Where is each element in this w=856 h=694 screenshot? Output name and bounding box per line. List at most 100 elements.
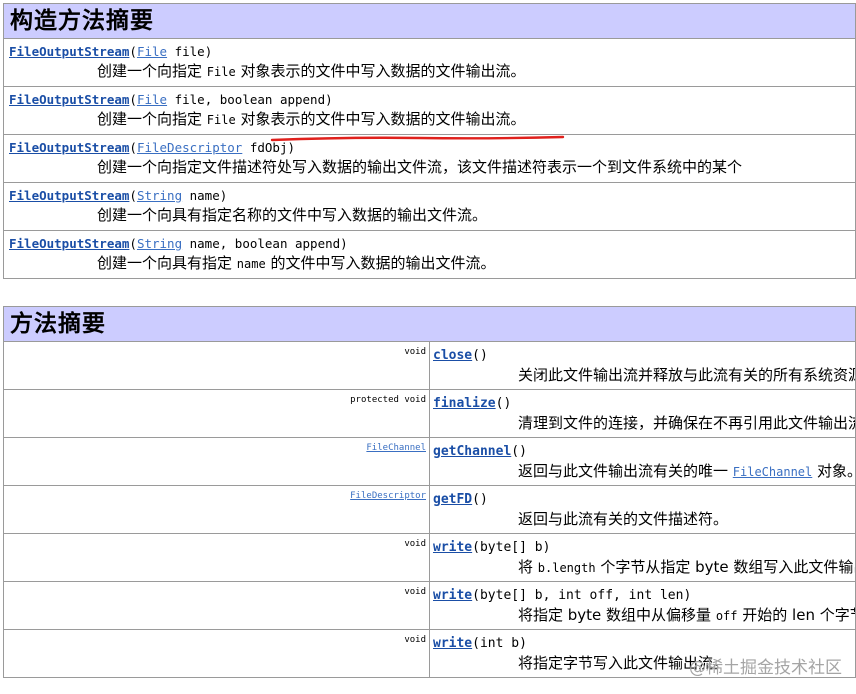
constructor-description: 创建一个向指定 File 对象表示的文件中写入数据的文件输出流。 [9,60,855,83]
desc-text: 创建一个向指定 [97,110,207,128]
method-params: () [472,492,488,507]
desc-code: File [206,65,236,79]
paren: ( [129,188,137,203]
constructor-link[interactable]: FileOutputStream [9,92,129,107]
constructor-signature: FileOutputStream(File file, boolean appe… [9,92,855,108]
constructor-row: FileOutputStream(String name) 创建一个向具有指定名称… [3,182,856,231]
desc-text: 创建一个向指定文件描述符处写入数据的输出文件流，该文件描述符表示一个到文件系统中… [97,158,743,176]
watermark: @稀土掘金技术社区 [689,658,842,678]
param-type-link[interactable]: String [137,236,182,251]
desc-type-link[interactable]: FileChannel [733,465,812,479]
method-summary: 方法摘要 void close() 关闭此文件输出流并释放与此流有关的所有系统资源。… [3,306,856,678]
constructor-link[interactable]: FileOutputStream [9,140,129,155]
method-signature: write(byte[] b, int off, int len) [431,587,855,604]
method-link[interactable]: write [433,540,472,555]
param-text: name, boolean append) [182,236,348,251]
method-params: (int b) [472,636,527,651]
desc-text: 对象表示的文件中写入数据的文件输出流。 [235,62,526,80]
constructor-description: 创建一个向具有指定名称的文件中写入数据的输出文件流。 [9,204,855,226]
desc-text: 创建一个向具有指定名称的文件中写入数据的输出文件流。 [97,206,488,224]
method-row: FileDescriptor getFD() 返回与此流有关的文件描述符。 [3,485,856,534]
return-type-cell: void [3,629,430,678]
method-row: FileChannel getChannel() 返回与此文件输出流有关的唯一 Fi… [3,437,856,486]
return-type-cell: void [3,341,430,390]
constructor-row: FileOutputStream(File file) 创建一个向指定 File … [3,38,856,87]
method-params: (byte[] b) [472,540,551,555]
constructor-link[interactable]: FileOutputStream [9,188,129,203]
return-type: protected void [350,395,426,405]
method-row: void write(byte[] b) 将 b.length 个字节从指定 byt… [3,533,856,582]
param-text: name) [182,188,228,203]
return-type-cell: void [3,533,430,582]
constructor-row: FileOutputStream(File file, boolean appe… [3,86,856,135]
param-type-link[interactable]: File [137,92,167,107]
method-signature: finalize() [431,395,855,412]
constructor-cell: FileOutputStream(File file, boolean appe… [3,86,856,135]
method-params: () [472,348,488,363]
return-type-cell: protected void [3,389,430,438]
desc-code: File [206,113,236,127]
method-params: () [495,396,512,411]
method-link[interactable]: write [433,636,472,651]
paren: ( [129,92,137,107]
method-link[interactable]: finalize [433,396,496,411]
constructor-link[interactable]: FileOutputStream [9,44,129,59]
desc-code: off [715,609,738,623]
method-signature: getFD() [431,491,855,508]
red-underline-annotation [270,135,565,142]
method-description: 将 b.length 个字节从指定 byte 数组写入此文件输出流中。 [431,556,855,579]
desc-text: 返回与此流有关的文件描述符。 [518,510,729,528]
desc-text: 个字节从指定 byte 数组写入此文件输出流中。 [600,558,854,576]
method-link[interactable]: getFD [433,492,472,507]
constructor-row: FileOutputStream(String name, boolean ap… [3,230,856,279]
desc-code: b.length [537,561,596,575]
desc-text: 对象表示的文件中写入数据的文件输出流。 [235,110,526,128]
constructor-cell: FileOutputStream(File file) 创建一个向指定 File … [3,38,856,87]
param-type-link[interactable]: String [137,188,182,203]
method-signature: getChannel() [431,443,855,460]
method-summary-title: 方法摘要 [3,306,856,342]
desc-text: 返回与此文件输出流有关的唯一 [518,462,733,480]
method-cell: close() 关闭此文件输出流并释放与此流有关的所有系统资源。 [429,341,856,390]
desc-text: 将 [518,558,538,576]
method-link[interactable]: write [433,588,472,603]
method-cell: getChannel() 返回与此文件输出流有关的唯一 FileChannel 对… [429,437,856,486]
return-type-link[interactable]: FileDescriptor [350,491,426,501]
param-type-link[interactable]: File [137,44,167,59]
constructor-cell: FileOutputStream(String name, boolean ap… [3,230,856,279]
desc-text: 将指定 byte 数组中从偏移量 [518,606,716,624]
method-cell: finalize()清理到文件的连接，并确保在不再引用此文件输出流时调用此流的 … [429,389,856,438]
method-cell: getFD() 返回与此流有关的文件描述符。 [429,485,856,534]
desc-text: 创建一个向具有指定 [97,254,237,272]
method-description: 返回与此流有关的文件描述符。 [431,508,855,530]
desc-code: name [236,257,266,271]
method-link[interactable]: getChannel [433,444,511,459]
return-type-link[interactable]: FileChannel [366,443,426,453]
return-type-cell: FileChannel [3,437,430,486]
param-text: file, boolean append) [167,92,333,107]
method-row: void close() 关闭此文件输出流并释放与此流有关的所有系统资源。 [3,341,856,390]
param-type-link[interactable]: FileDescriptor [137,140,242,155]
desc-text: 创建一个向指定 [97,62,207,80]
method-row: protected void finalize() 清理到文件的连接，并确保在不再引… [3,389,856,438]
param-text: file) [167,44,213,59]
desc-text: 清理到文件的连接，并确保在不再引用此文件输出流时调用此流的 [518,414,855,432]
paren: ( [129,140,137,155]
constructor-link[interactable]: FileOutputStream [9,236,129,251]
method-description: 返回与此文件输出流有关的唯一 FileChannel 对象。 [431,460,855,483]
return-type-cell: FileDescriptor [3,485,430,534]
method-cell: write(byte[] b) 将 b.length 个字节从指定 byte 数组… [429,533,856,582]
constructor-cell: FileOutputStream(String name) 创建一个向具有指定名称… [3,182,856,231]
return-type: void [404,539,426,549]
desc-text: 开始的 len 个字节写入此文件输出流。 [742,606,854,624]
constructor-signature: FileOutputStream(String name) [9,188,855,204]
paren: ( [129,44,137,59]
method-signature: write(byte[] b) [431,539,855,556]
method-params: () [511,444,527,459]
constructor-description: 创建一个向指定文件描述符处写入数据的输出文件流，该文件描述符表示一个到文件系统中… [9,156,855,178]
method-params: (byte[] b, int off, int len) [472,588,692,603]
method-description: 将指定 byte 数组中从偏移量 off 开始的 len 个字节写入此文件输出流… [431,604,855,627]
method-description: 清理到文件的连接，并确保在不再引用此文件输出流时调用此流的 close 方法。 [431,412,855,435]
method-link[interactable]: close [433,348,472,363]
constructor-signature: FileOutputStream(File file) [9,44,855,60]
